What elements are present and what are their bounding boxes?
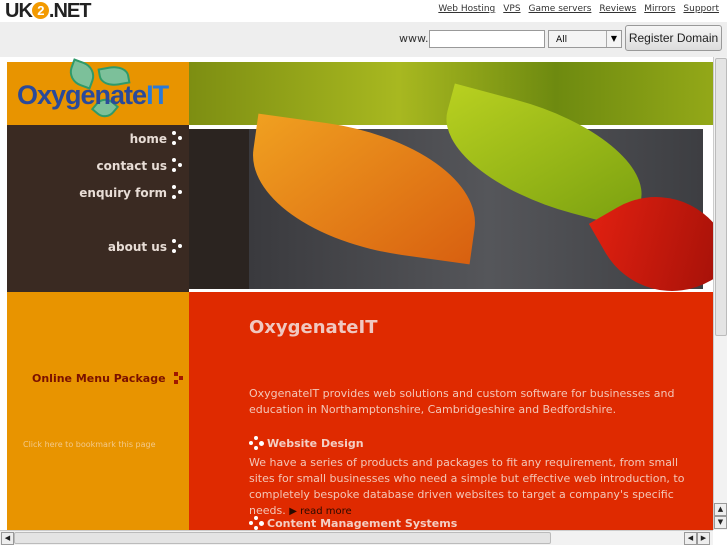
intro-text: OxygenateIT provides web solutions and c… <box>249 387 675 416</box>
leaves-photo <box>189 83 713 320</box>
nav-about-us[interactable]: about us <box>108 239 185 254</box>
dots-icon <box>172 239 185 254</box>
dots-icon <box>172 131 185 146</box>
scroll-up-icon[interactable]: ▲ <box>714 503 727 516</box>
host-top-bar: UK 2 .NET Web Hosting VPS Game servers Rev… <box>0 0 727 22</box>
nav-label: contact us <box>96 158 167 173</box>
horizontal-scrollbar[interactable]: ◀ ◀ ▶ <box>0 530 713 545</box>
host-nav: Web Hosting VPS Game servers Reviews Mir… <box>438 4 719 14</box>
nav-home[interactable]: home <box>130 131 185 146</box>
page-viewport: OxygenateIT home contact us enquiry form… <box>0 57 713 530</box>
scroll-left-icon[interactable]: ◀ <box>1 532 14 545</box>
vertical-scroll-thumb[interactable] <box>715 58 727 336</box>
main-content: OxygenateIT OxygenateIT provides web sol… <box>189 292 713 530</box>
vertical-scrollbar[interactable]: ▲ ▼ <box>713 57 727 530</box>
tld-selected: All <box>556 35 568 45</box>
scroll-left-icon[interactable]: ◀ <box>684 532 697 545</box>
nav-label: home <box>129 131 167 146</box>
site-nav: home contact us enquiry form about us <box>7 125 189 292</box>
dots-icon <box>172 158 185 173</box>
nav-contact-us[interactable]: contact us <box>97 158 185 173</box>
link-vps[interactable]: VPS <box>503 4 520 14</box>
link-mirrors[interactable]: Mirrors <box>644 4 675 14</box>
horizontal-scroll-thumb[interactable] <box>14 532 551 544</box>
scroll-down-icon[interactable]: ▼ <box>714 516 727 529</box>
nav-label: about us <box>107 239 167 254</box>
package-label: Online Menu Package <box>32 372 166 385</box>
bookmark-link[interactable]: Click here to bookmark this page <box>23 440 156 449</box>
chevron-down-icon: ▼ <box>606 31 621 47</box>
left-sidebar: Online Menu Package Click here to bookma… <box>7 292 189 530</box>
heading-text: Website Design <box>267 437 364 450</box>
www-prefix: www. <box>399 32 429 45</box>
section-heading: Website Design <box>249 436 364 451</box>
dots-icon <box>249 436 264 451</box>
section-heading: Content Management Systems <box>249 516 457 530</box>
nav-label: enquiry form <box>79 185 167 200</box>
oxygenateit-logo: OxygenateIT <box>17 80 169 110</box>
dots-icon <box>249 516 264 530</box>
tld-select[interactable]: All ▼ <box>548 30 622 48</box>
page-title: OxygenateIT <box>249 317 378 338</box>
section-body: We have a series of products and package… <box>249 455 704 520</box>
squares-icon <box>173 372 184 385</box>
link-game-servers[interactable]: Game servers <box>529 4 592 14</box>
dots-icon <box>172 185 185 200</box>
link-web-hosting[interactable]: Web Hosting <box>438 4 495 14</box>
link-support[interactable]: Support <box>683 4 719 14</box>
uk2-logo[interactable]: UK 2 .NET <box>5 0 91 23</box>
link-reviews[interactable]: Reviews <box>599 4 636 14</box>
register-domain-button[interactable]: Register Domain <box>625 25 722 51</box>
nav-enquiry-form[interactable]: enquiry form <box>79 185 185 200</box>
domain-input[interactable] <box>429 30 545 48</box>
site-logo-area[interactable]: OxygenateIT <box>7 58 189 125</box>
online-menu-package-link[interactable]: Online Menu Package <box>32 372 184 385</box>
scroll-right-icon[interactable]: ▶ <box>697 532 710 545</box>
domain-search-bar: www. All ▼ Register Domain <box>0 22 727 57</box>
heading-text: Content Management Systems <box>267 517 458 530</box>
